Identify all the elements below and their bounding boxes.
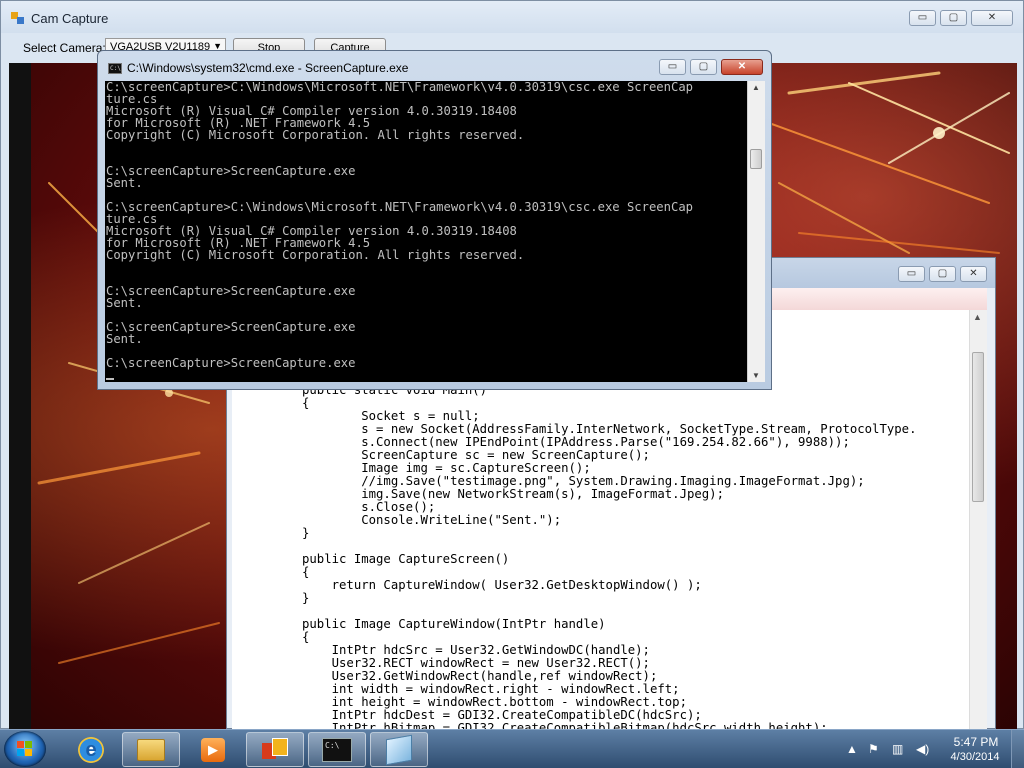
close-button[interactable]: ✕	[971, 10, 1013, 26]
scroll-thumb[interactable]	[972, 352, 984, 502]
editor-close-button[interactable]: ✕	[960, 266, 987, 282]
preview-dark-strip	[9, 63, 31, 729]
maximize-button[interactable]: ▢	[940, 10, 967, 26]
cmd-prompt-icon: C:\	[322, 737, 352, 762]
editor-vertical-scrollbar[interactable]: ▲	[969, 310, 987, 730]
cam-capture-titlebar[interactable]: Cam Capture ▭ ▢ ✕	[1, 1, 1023, 33]
folder-icon	[137, 738, 165, 761]
cmd-minimize-button[interactable]: ▭	[659, 59, 686, 75]
notepad-icon	[386, 734, 412, 765]
media-player-icon: ▶	[201, 737, 225, 762]
network-icon[interactable]: ▥	[892, 742, 903, 756]
cmd-caption-buttons: ▭ ▢ ✕	[659, 59, 763, 75]
start-button[interactable]	[4, 731, 46, 767]
taskbar-office[interactable]	[246, 732, 304, 767]
scroll-up-icon[interactable]: ▲	[973, 312, 982, 322]
console-output[interactable]: C:\screenCapture>C:\Windows\Microsoft.NE…	[105, 81, 747, 382]
clock-date[interactable]: 4/30/2014	[944, 751, 1006, 763]
windows-logo-icon	[17, 741, 33, 757]
taskbar-internet-explorer[interactable]: e	[66, 732, 116, 767]
cmd-icon: C:\	[108, 63, 122, 74]
select-camera-label: Select Camera:	[23, 41, 106, 55]
office-icon	[262, 737, 288, 762]
cmd-titlebar[interactable]: C:\ C:\Windows\system32\cmd.exe - Screen…	[98, 51, 771, 81]
console-cursor	[106, 378, 114, 380]
notification-area: ▲ ⚑ ▥ ◀)	[840, 730, 940, 768]
console-text: C:\screenCapture>C:\Windows\Microsoft.NE…	[106, 81, 693, 370]
action-center-flag-icon[interactable]: ⚑	[868, 742, 879, 756]
taskbar-notepad[interactable]	[370, 732, 428, 767]
taskbar-cmd[interactable]: C:\	[308, 732, 366, 767]
volume-icon[interactable]: ◀)	[916, 742, 929, 756]
cmd-close-button[interactable]: ✕	[721, 59, 763, 75]
cmd-window-title: C:\Windows\system32\cmd.exe - ScreenCapt…	[127, 61, 409, 75]
cmd-window: C:\ C:\Windows\system32\cmd.exe - Screen…	[97, 50, 772, 390]
scroll-thumb[interactable]	[750, 149, 762, 169]
cmd-maximize-button[interactable]: ▢	[690, 59, 717, 75]
minimize-button[interactable]: ▭	[909, 10, 936, 26]
scroll-down-icon[interactable]: ▼	[752, 371, 760, 380]
editor-maximize-button[interactable]: ▢	[929, 266, 956, 282]
caption-buttons: ▭ ▢ ✕	[909, 10, 1013, 26]
scroll-up-icon[interactable]: ▲	[752, 83, 760, 92]
window-title: Cam Capture	[31, 11, 109, 26]
internet-explorer-icon: e	[78, 736, 104, 763]
show-hidden-icons-icon[interactable]: ▲	[846, 742, 858, 756]
editor-caption-buttons: ▭ ▢ ✕	[898, 266, 987, 282]
app-icon	[11, 12, 25, 24]
taskbar: e ▶ C:\ ▲ ⚑ ▥ ◀) 5:47 PM 4/30/2014	[0, 729, 1024, 768]
taskbar-media-player[interactable]: ▶	[184, 732, 242, 767]
editor-minimize-button[interactable]: ▭	[898, 266, 925, 282]
source-code: public static void Main() { Socket s = n…	[302, 383, 917, 731]
clock-time[interactable]: 5:47 PM	[950, 735, 1002, 749]
show-desktop-button[interactable]	[1011, 730, 1024, 768]
cmd-vertical-scrollbar[interactable]: ▲ ▼	[747, 81, 765, 382]
taskbar-windows-explorer[interactable]	[122, 732, 180, 767]
